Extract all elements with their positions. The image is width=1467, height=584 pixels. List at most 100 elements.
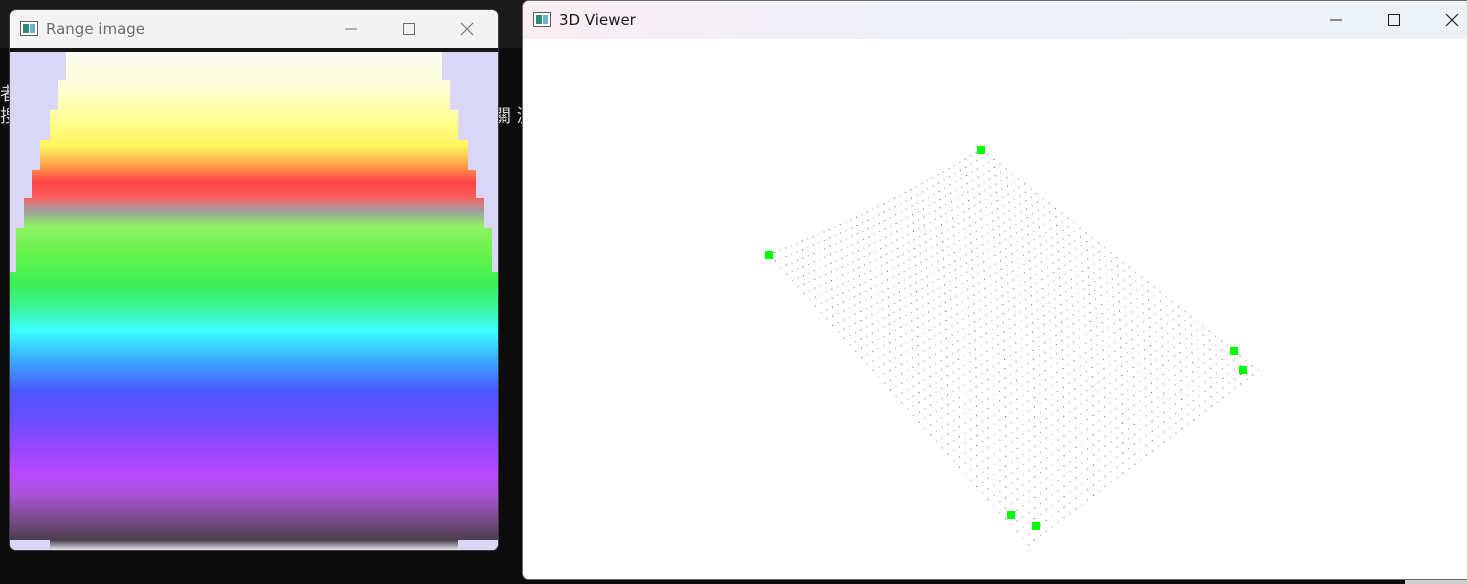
point [1128,468,1130,470]
marker-corner-bottom-right[interactable] [1032,522,1040,530]
point [1010,422,1012,424]
range-margin [10,170,32,198]
point [1126,342,1128,344]
point [1137,334,1139,336]
point [1143,330,1145,332]
point [1180,399,1182,401]
point [865,308,867,310]
point [1210,386,1212,388]
point [922,208,924,210]
point [953,410,955,412]
point [1097,391,1099,393]
point [1198,405,1200,407]
marker-corner-top[interactable] [977,146,985,154]
maximize-button[interactable] [1371,7,1417,33]
point [878,357,880,359]
close-button[interactable] [444,16,490,42]
point [917,345,919,347]
point [1062,396,1064,398]
3d-viewport[interactable] [523,39,1467,579]
minimize-button[interactable] [328,16,374,42]
point [1221,340,1223,342]
point [1128,266,1130,268]
point [935,401,937,403]
point [924,224,926,226]
point [1004,239,1006,241]
point [1120,337,1122,339]
point [1019,311,1021,313]
point [1103,368,1105,370]
point [912,405,914,407]
point [1087,478,1089,480]
point [1054,316,1056,318]
point [1040,503,1042,505]
point [830,254,832,256]
minimize-button[interactable] [1313,7,1359,33]
point [1145,396,1147,398]
point [1031,313,1033,315]
maximize-button[interactable] [386,16,432,42]
point [1069,502,1071,504]
point [1145,434,1147,436]
point [930,238,932,240]
point [970,448,972,450]
point [1064,273,1066,275]
point [1019,293,1021,295]
point [1059,294,1061,296]
point [1085,371,1087,373]
point [952,390,954,392]
point [1208,330,1210,332]
point [873,225,875,227]
point [1149,326,1151,328]
point [1005,486,1007,488]
point [1150,354,1152,356]
point [974,339,976,341]
point [1017,267,1019,269]
point [1091,376,1093,378]
marker-corner-left[interactable] [765,251,773,259]
3d-viewer-titlebar[interactable]: 3D Viewer [523,1,1467,39]
point [1148,308,1150,310]
point [963,364,965,366]
point [820,294,822,296]
point [1083,297,1085,299]
point [1104,406,1106,408]
point [946,384,948,386]
point [969,343,971,345]
point [1034,496,1036,498]
marker-corner-right-lower[interactable] [1239,366,1247,374]
point [900,354,902,356]
point [1057,511,1059,513]
point [993,484,995,486]
point [987,240,989,242]
point [1051,484,1053,486]
point [1172,328,1174,330]
point [901,382,903,384]
point [1139,429,1141,431]
point [846,238,848,240]
point-cloud[interactable] [523,39,1467,579]
range-image-titlebar[interactable]: Range image [10,10,498,48]
point [899,308,901,310]
point [871,314,873,316]
point [987,417,989,419]
marker-corner-bottom-left[interactable] [1007,511,1015,519]
point [918,363,920,365]
point [1007,300,1009,302]
point [1191,334,1193,336]
close-button[interactable] [1429,7,1467,33]
point [1045,427,1047,429]
point [911,311,913,313]
point [1187,413,1189,415]
point [1139,381,1141,383]
point [1162,355,1164,357]
point [825,291,827,293]
point [1175,413,1177,415]
point [890,233,892,235]
marker-corner-right-upper[interactable] [1230,347,1238,355]
point [835,243,837,245]
point [968,324,970,326]
point [941,407,943,409]
point [949,176,951,178]
point [820,312,822,314]
